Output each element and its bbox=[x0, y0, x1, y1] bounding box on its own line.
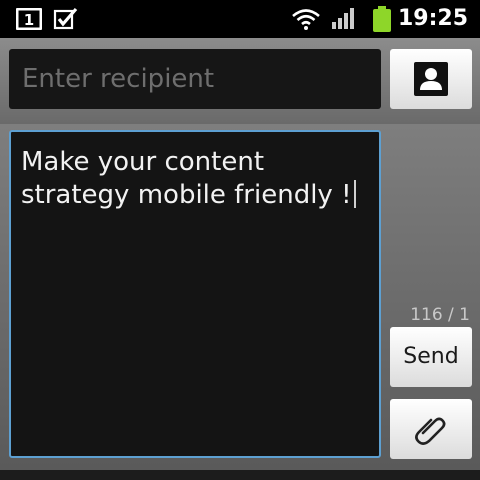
recipient-row: Enter recipient bbox=[0, 38, 480, 124]
bottom-bar bbox=[0, 470, 480, 480]
compose-row: Make your content strategy mobile friend… bbox=[0, 124, 480, 470]
send-button[interactable]: Send bbox=[390, 327, 472, 387]
text-cursor bbox=[353, 180, 356, 208]
message-text: Make your content strategy mobile friend… bbox=[21, 147, 352, 210]
status-bar: 1 19:25 bbox=[0, 0, 480, 38]
task-check-icon bbox=[52, 0, 80, 38]
battery-icon bbox=[370, 0, 394, 38]
attach-button[interactable] bbox=[390, 399, 472, 459]
notification-one-icon: 1 bbox=[14, 0, 44, 38]
contact-person-icon bbox=[414, 62, 448, 96]
clock: 19:25 bbox=[397, 6, 468, 31]
paperclip-icon bbox=[415, 417, 446, 445]
character-counter: 116 / 1 bbox=[410, 305, 470, 325]
notification-count: 1 bbox=[24, 11, 34, 29]
recipient-input[interactable]: Enter recipient bbox=[9, 49, 381, 109]
message-field[interactable]: Make your content strategy mobile friend… bbox=[9, 130, 381, 458]
signal-icon bbox=[330, 0, 358, 38]
wifi-icon bbox=[290, 0, 322, 38]
compose-screen: Enter recipient Make your content strate… bbox=[0, 38, 480, 470]
contact-picker-button[interactable] bbox=[390, 49, 472, 109]
